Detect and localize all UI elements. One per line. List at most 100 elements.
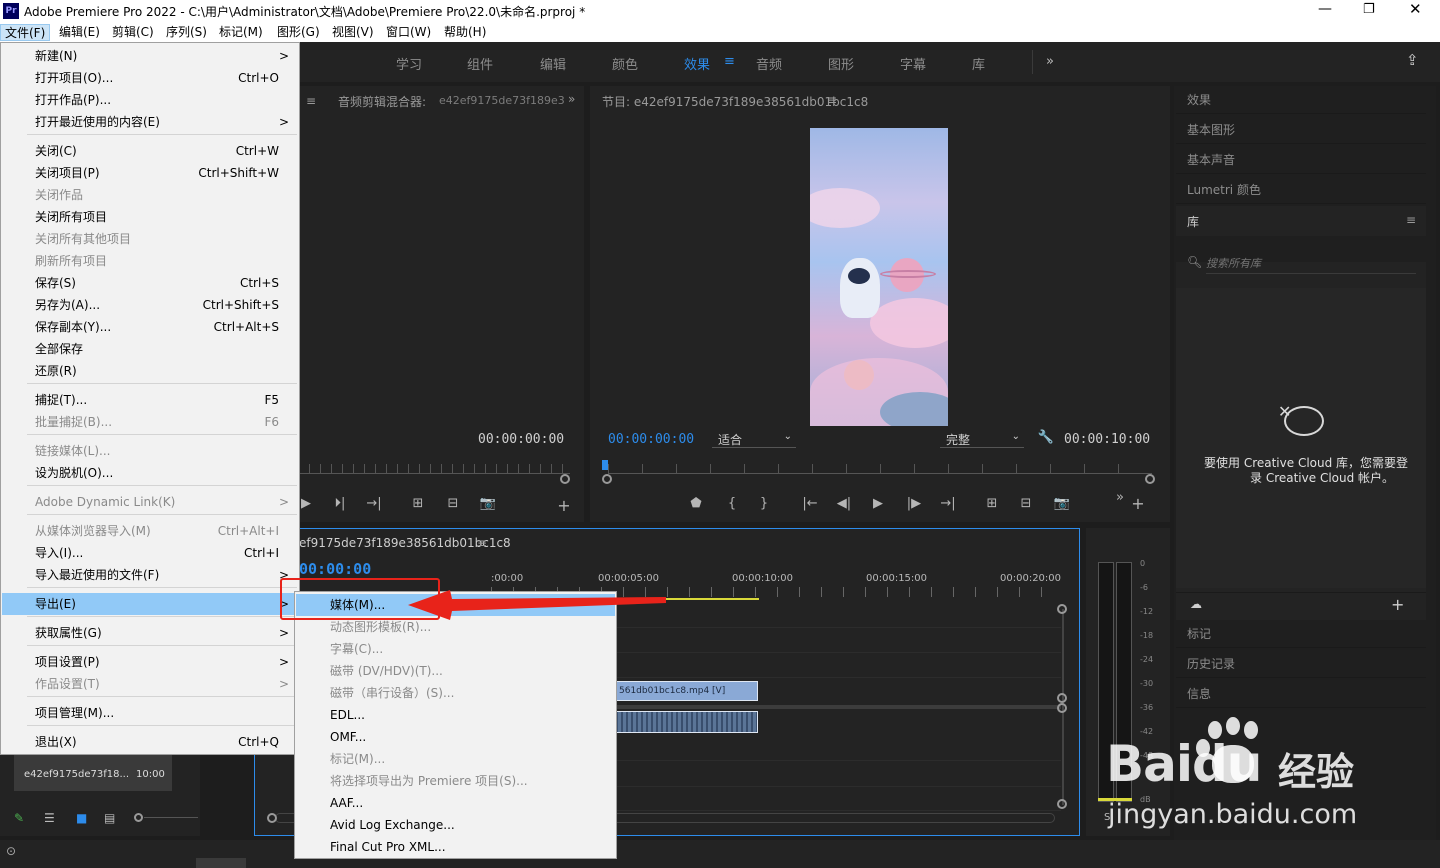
go-to-in-icon[interactable]: |← (800, 496, 820, 511)
workspace-color[interactable]: 颜色 (612, 54, 638, 73)
menu-graphics[interactable]: 图形(G) (273, 24, 324, 41)
audio-clip[interactable] (615, 711, 758, 733)
overwrite-icon[interactable]: ⊟ (443, 496, 463, 511)
file-menu-item[interactable]: 导出(E) > (2, 593, 298, 615)
info-tab[interactable]: 信息 (1176, 680, 1426, 708)
step-forward-icon[interactable]: |▶ (904, 496, 924, 511)
file-menu-item[interactable]: 新建(N) > (2, 45, 298, 67)
file-menu-item[interactable]: 项目管理(M)... (2, 702, 298, 724)
wrench-icon[interactable]: 🔧 (1036, 430, 1056, 445)
lumetri-color-tab[interactable]: Lumetri 颜色 (1176, 176, 1426, 204)
file-menu-item[interactable]: 导入最近使用的文件(F) > (2, 564, 298, 586)
essential-sound-tab[interactable]: 基本声音 (1176, 146, 1426, 174)
workspace-editing[interactable]: 编辑 (540, 54, 566, 73)
zoom-slider[interactable] (134, 813, 198, 823)
video-clip[interactable]: 561db01bc1c8.mp4 [V] (615, 681, 758, 701)
menu-help[interactable]: 帮助(H) (440, 24, 490, 41)
mark-in-icon[interactable]: { (722, 496, 742, 511)
file-menu-item[interactable]: 打开最近使用的内容(E) > (2, 111, 298, 133)
file-menu-item[interactable]: 关闭所有项目 (2, 206, 298, 228)
essential-graphics-tab[interactable]: 基本图形 (1176, 116, 1426, 144)
program-playhead-timecode[interactable]: 00:00:00:00 (608, 432, 694, 447)
source-scroll-handle[interactable] (560, 474, 570, 484)
project-clip-thumbnail[interactable]: e42ef9175de73f18... 10:00 (14, 755, 172, 791)
export-frame-icon[interactable]: 📷 (1052, 496, 1072, 511)
panel-overflow-icon[interactable]: » (568, 92, 575, 106)
library-search-input[interactable] (1206, 254, 1416, 274)
scroll-handle[interactable] (1057, 799, 1067, 809)
step-back-icon[interactable]: ◀| (834, 496, 854, 511)
button-editor-icon[interactable]: + (1128, 494, 1148, 513)
play-icon[interactable]: ▶ (868, 496, 888, 511)
file-menu-item[interactable]: 还原(R) (2, 360, 298, 382)
background-task-icon[interactable]: ⊙ (6, 844, 16, 858)
pencil-icon[interactable]: ✎ (14, 811, 24, 825)
file-menu-item[interactable]: 导入(I)... Ctrl+I (2, 542, 298, 564)
icon-view-icon[interactable]: ■ (76, 811, 87, 825)
menu-view[interactable]: 视图(V) (328, 24, 378, 41)
export-menu-item[interactable]: AAF... (296, 792, 615, 814)
workspace-captions[interactable]: 字幕 (900, 54, 926, 73)
close-icon[interactable]: ✕ (1409, 0, 1422, 18)
libraries-title[interactable]: 库 (1187, 213, 1199, 230)
insert-icon[interactable]: ⊞ (408, 496, 428, 511)
file-menu-item[interactable]: 获取属性(G) > (2, 622, 298, 644)
minimize-icon[interactable]: — (1318, 1, 1332, 17)
export-menu-item[interactable]: OMF... (296, 726, 615, 748)
menu-sequence[interactable]: 序列(S) (162, 24, 211, 41)
scroll-handle[interactable] (1057, 703, 1067, 713)
fit-dropdown[interactable]: 适合 ⌄ (712, 431, 796, 448)
libraries-menu-icon[interactable]: ≡ (1406, 213, 1416, 227)
audio-mixer-title[interactable]: 音频剪辑混合器: (338, 93, 426, 110)
workspace-learn[interactable]: 学习 (396, 54, 422, 73)
export-frame-icon[interactable]: 📷 (478, 496, 498, 511)
scroll-handle-right[interactable] (1145, 474, 1155, 484)
lift-icon[interactable]: ⊞ (982, 496, 1002, 511)
timeline-timecode[interactable]: 00:00:00 (299, 560, 371, 578)
effects-panel-tab[interactable]: 效果 (1176, 86, 1426, 114)
timeline-menu-icon[interactable]: ≡ (477, 536, 487, 550)
scroll-handle[interactable] (1057, 693, 1067, 703)
menu-markers[interactable]: 标记(M) (215, 24, 267, 41)
add-button-icon[interactable]: + (554, 496, 574, 515)
file-menu-item[interactable]: 打开项目(O)... Ctrl+O (2, 67, 298, 89)
file-menu-item[interactable]: 打开作品(P)... (2, 89, 298, 111)
file-menu-item[interactable]: 保存副本(Y)... Ctrl+Alt+S (2, 316, 298, 338)
file-menu-item[interactable]: 退出(X) Ctrl+Q (2, 731, 298, 753)
scroll-handle-left[interactable] (602, 474, 612, 484)
extract-icon[interactable]: ⊟ (1016, 496, 1036, 511)
quality-dropdown[interactable]: 完整 ⌄ (940, 431, 1024, 448)
file-menu-item[interactable]: 关闭项目(P) Ctrl+Shift+W (2, 162, 298, 184)
workspace-graphics[interactable]: 图形 (828, 54, 854, 73)
menu-clip[interactable]: 剪辑(C) (108, 24, 158, 41)
workspace-libraries[interactable]: 库 (972, 54, 985, 73)
freeform-view-icon[interactable]: ▤ (104, 811, 115, 825)
export-menu-item[interactable]: Final Cut Pro XML... (296, 836, 615, 858)
markers-tab[interactable]: 标记 (1176, 620, 1426, 648)
list-view-icon[interactable]: ☰ (44, 811, 55, 825)
add-marker-icon[interactable]: ⬟ (686, 496, 706, 511)
export-menu-item[interactable]: EDL... (296, 704, 615, 726)
workspace-menu-icon[interactable]: ≡ (724, 54, 735, 69)
scroll-handle[interactable] (1057, 604, 1067, 614)
workspace-assembly[interactable]: 组件 (467, 54, 493, 73)
share-icon[interactable]: ⇪ (1406, 51, 1419, 69)
more-workspaces-icon[interactable]: » (1046, 54, 1054, 69)
program-playhead[interactable] (602, 460, 608, 470)
menu-file[interactable]: 文件(F) (0, 24, 51, 41)
zoom-handle[interactable] (267, 813, 277, 823)
file-menu-item[interactable]: 关闭(C) Ctrl+W (2, 140, 298, 162)
history-tab[interactable]: 历史记录 (1176, 650, 1426, 678)
file-menu-item[interactable]: 保存(S) Ctrl+S (2, 272, 298, 294)
program-menu-icon[interactable]: ≡ (827, 93, 837, 107)
menu-edit[interactable]: 编辑(E) (55, 24, 104, 41)
export-menu-item[interactable]: Avid Log Exchange... (296, 814, 615, 836)
workspace-effects[interactable]: 效果 (684, 54, 710, 73)
cloud-sync-icon[interactable]: ☁ (1190, 597, 1202, 611)
file-menu-item[interactable]: 设为脱机(O)... (2, 462, 298, 484)
go-to-out-icon[interactable]: →| (364, 496, 384, 511)
mark-out-icon[interactable]: } (754, 496, 774, 511)
file-menu-item[interactable]: 项目设置(P) > (2, 651, 298, 673)
more-buttons-icon[interactable]: » (1110, 490, 1130, 505)
go-to-out-icon[interactable]: →| (938, 496, 958, 511)
